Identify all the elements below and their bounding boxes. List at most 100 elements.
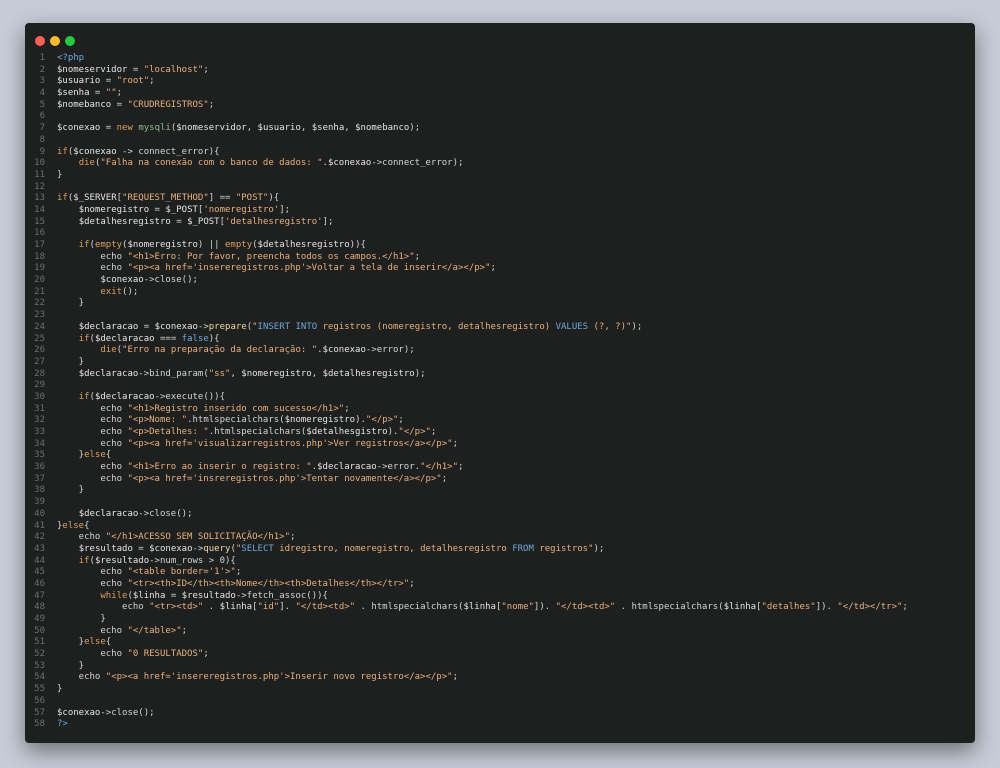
code-token: = xyxy=(149,204,166,215)
code-token: SELECT xyxy=(241,543,274,554)
code-token: ; xyxy=(902,602,908,613)
code-token: } xyxy=(57,614,106,624)
code-token: ] == xyxy=(208,193,236,204)
code-token: $conexao xyxy=(149,543,193,554)
code-token: $resultado xyxy=(181,590,236,601)
code-line: 47 while($linha = $resultado->fetch_asso… xyxy=(25,591,975,603)
code-token: $nomebanco xyxy=(355,123,410,134)
code-token: = xyxy=(170,216,188,227)
code-token: = xyxy=(132,543,150,554)
code-line: 34 echo "<p><a href='visualizarregistros… xyxy=(25,439,975,451)
line-number: 31 xyxy=(34,403,45,414)
code-line: 18 echo "<h1>Erro: Por favor, preencha t… xyxy=(25,252,975,264)
code-token: if xyxy=(78,333,90,344)
code-token: .htmlspecialchars( xyxy=(208,427,307,437)
code-line: 35 }else{ xyxy=(25,450,975,462)
code-token: ]; xyxy=(279,204,291,215)
code-token: "<h1>Registro inserido com sucesso</h1>" xyxy=(127,403,345,414)
code-token: new xyxy=(116,123,133,134)
code-token: ?> xyxy=(57,719,68,730)
code-token: ; xyxy=(235,567,242,578)
code-token: } xyxy=(57,684,63,695)
code-text: echo "<h1>Registro inserido com sucesso<… xyxy=(57,403,349,416)
code-text: die("Erro na preparação da declaração: "… xyxy=(57,345,414,357)
line-number: 5 xyxy=(39,99,45,110)
code-line: 32 echo "<p>Nome: ".htmlspecialchars($no… xyxy=(25,415,975,427)
line-number: 9 xyxy=(39,146,45,157)
line-number: 19 xyxy=(34,263,45,274)
code-token: -> xyxy=(197,321,209,332)
code-token: ->close(); xyxy=(143,275,198,286)
line-number: 34 xyxy=(34,438,45,449)
line-number: 46 xyxy=(34,578,45,589)
code-line: 21 exit(); xyxy=(25,287,975,299)
code-token: $declaracao xyxy=(78,321,139,332)
close-dot-icon[interactable] xyxy=(35,36,45,46)
code-token: echo xyxy=(57,473,128,484)
code-text: echo "<tr><th>ID</th><th>Nome</th><th>De… xyxy=(57,579,414,591)
code-token: "Falha na conexão com o banco de dados: … xyxy=(100,158,323,169)
code-token: $detalhesgistro xyxy=(306,427,388,437)
code-token: (?, ?)" xyxy=(588,321,632,332)
code-token: "<p><a href='insreregistros.php'>Tentar … xyxy=(127,473,442,484)
code-token: registros" xyxy=(533,543,594,554)
code-line: 1 <?php xyxy=(25,53,975,65)
code-token: ; xyxy=(208,99,215,110)
code-token: ); xyxy=(414,368,426,379)
code-token: 'nomeregistro' xyxy=(203,204,280,215)
code-token: "id" xyxy=(257,602,280,613)
code-text: $resultado = $conexao->query("SELECT idr… xyxy=(57,543,605,556)
code-line: 39 xyxy=(25,497,975,509)
code-token: ; xyxy=(430,427,437,437)
code-token: = xyxy=(111,99,128,110)
code-line: 54 echo "<p><a href='insereregistros.php… xyxy=(25,672,975,684)
code-token: } xyxy=(57,450,85,461)
code-token: , xyxy=(300,123,312,134)
code-token: = xyxy=(100,123,117,134)
line-number: 39 xyxy=(34,497,45,508)
line-number: 11 xyxy=(34,169,45,180)
zoom-dot-icon[interactable] xyxy=(65,36,75,46)
code-token: "</h1>ACESSO SEM SOLICITAÇÃO</h1>" xyxy=(105,532,291,543)
code-line: 30 if($declaracao->execute()){ xyxy=(25,392,975,404)
code-line: 55} xyxy=(25,684,975,696)
code-token: ). xyxy=(355,415,366,426)
code-token: $linha xyxy=(723,602,757,613)
code-text: if($_SERVER["REQUEST_METHOD"] == "POST")… xyxy=(57,193,279,205)
line-number: 52 xyxy=(34,649,45,660)
code-token: "<tr><td>" xyxy=(149,602,204,613)
minimize-dot-icon[interactable] xyxy=(50,36,60,46)
code-line: 51 }else{ xyxy=(25,637,975,649)
line-number: 37 xyxy=(34,473,45,484)
code-token: ->error. xyxy=(376,462,421,473)
line-number: 38 xyxy=(34,485,45,496)
code-token: "root" xyxy=(116,76,150,87)
code-token: $conexao xyxy=(327,158,372,169)
code-token: ; xyxy=(452,672,458,683)
window-titlebar xyxy=(25,23,975,57)
code-area[interactable]: 1 <?php 2 $nomeservidor = "localhost"; 3 $usu… xyxy=(25,53,975,731)
line-number: 50 xyxy=(34,625,45,636)
code-line: 37 echo "<p><a href='insreregistros.php'… xyxy=(25,474,975,486)
code-token: "<p>Detalhes: " xyxy=(127,427,209,437)
code-text: $declaracao = $conexao->prepare("INSERT … xyxy=(57,321,643,334)
code-token: $declaracao xyxy=(317,462,377,473)
code-token: "localhost" xyxy=(143,64,204,75)
code-line: 41}else{ xyxy=(25,521,975,533)
code-token: ; xyxy=(490,263,496,274)
code-line: 15 $detalhesregistro = $_POST['detalhesr… xyxy=(25,217,975,229)
code-token: = xyxy=(138,321,155,332)
code-text: $nomeregistro = $_POST['nomeregistro']; xyxy=(57,205,290,217)
code-token: "</p>" xyxy=(365,415,399,426)
code-token: $_SERVER xyxy=(73,193,117,204)
code-text: }else{ xyxy=(57,450,112,462)
code-token: echo xyxy=(57,438,128,449)
code-token: , xyxy=(230,368,242,379)
code-token: $senha xyxy=(57,88,90,99)
code-token: ; xyxy=(203,649,209,660)
code-token: $conexao xyxy=(57,707,101,718)
code-line: 19 echo "<p><a href='insereregistros.php… xyxy=(25,263,975,275)
